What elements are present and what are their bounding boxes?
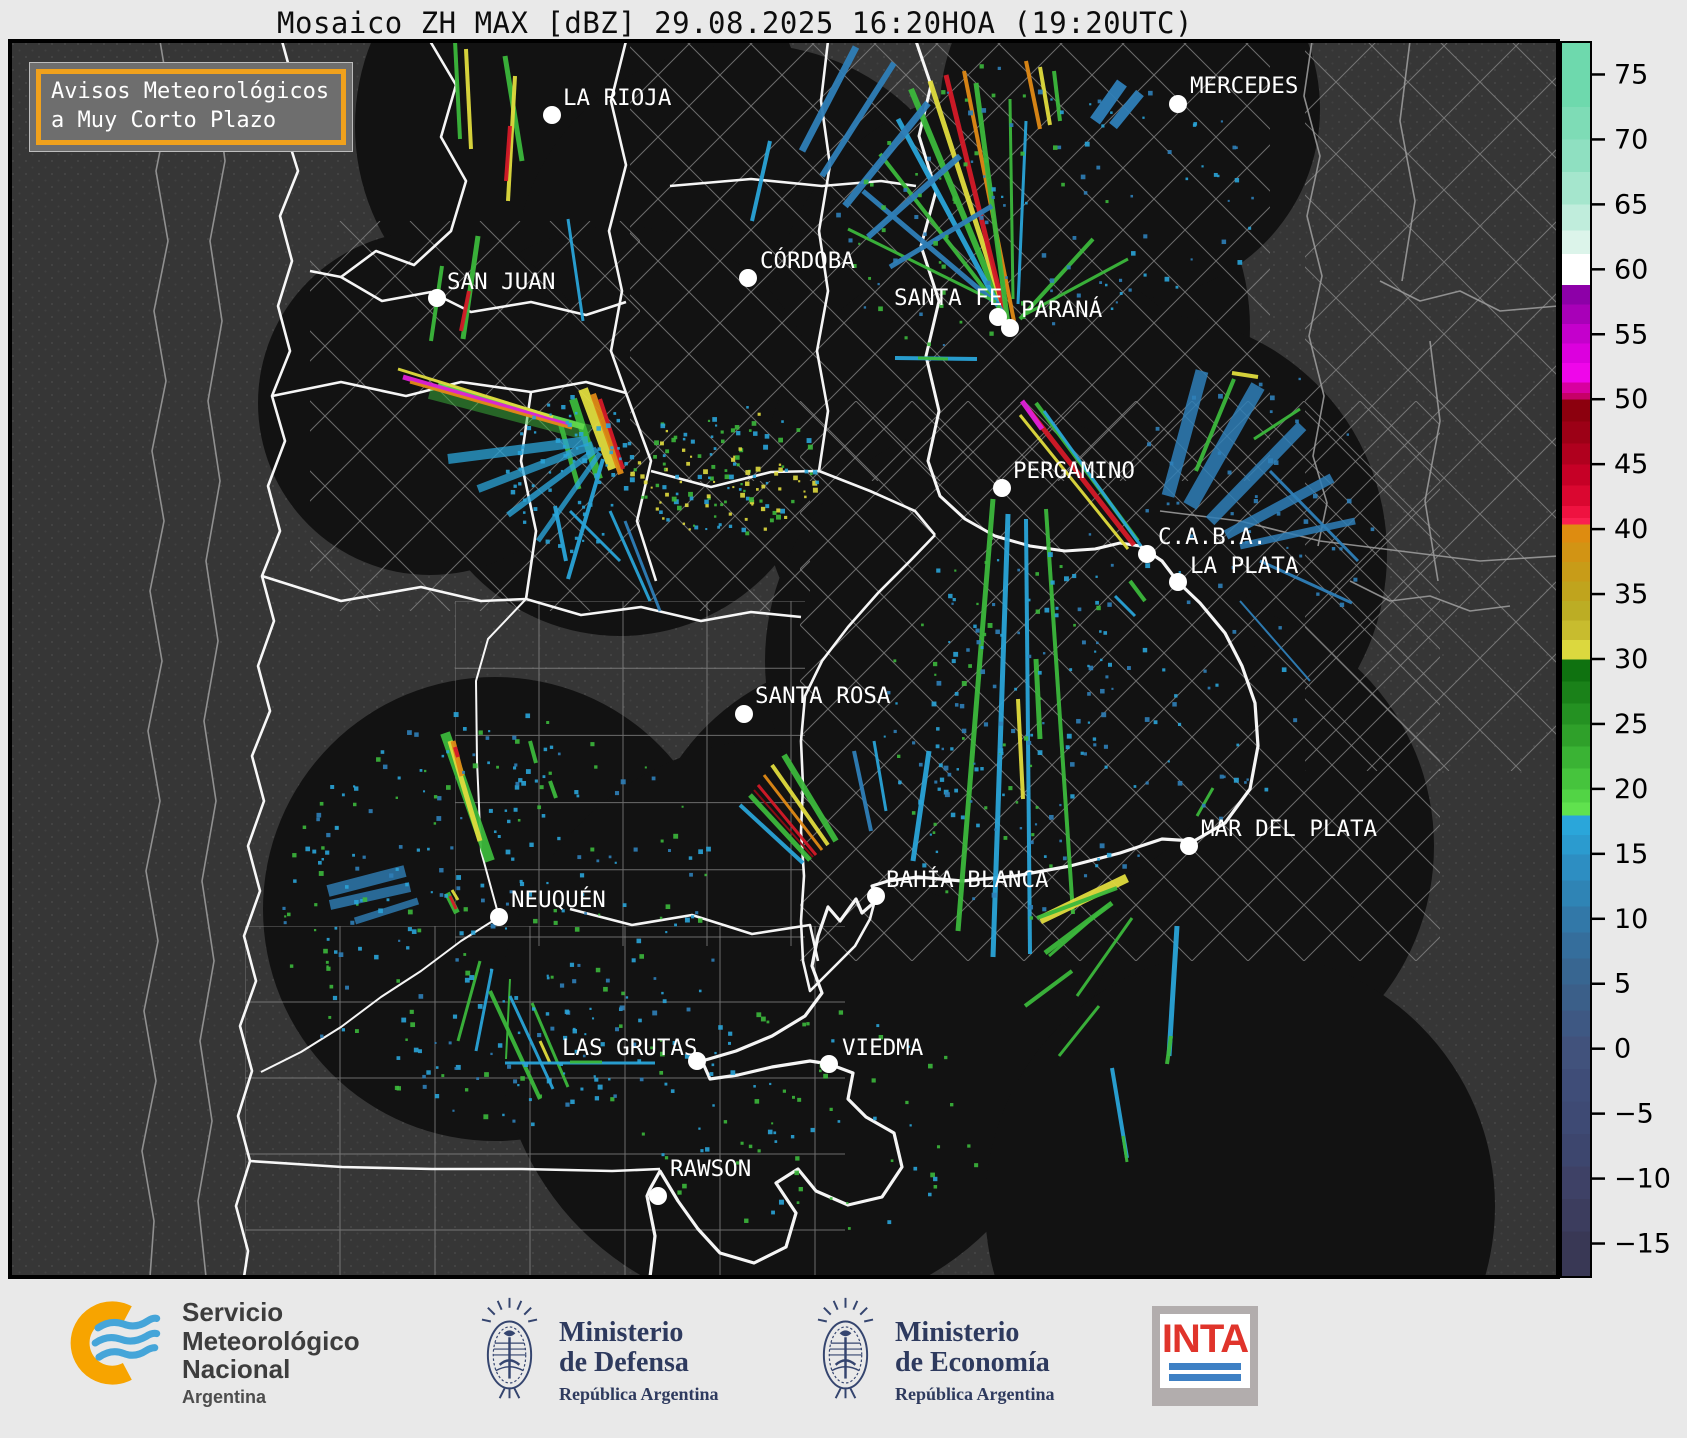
city-label: BAHÍA BLANCA <box>886 865 1049 893</box>
colorbar-tick-label: −10 <box>1614 1164 1671 1195</box>
city-dot <box>1001 319 1019 337</box>
colorbar-tick-label: 15 <box>1614 839 1648 870</box>
defensa-line1: Ministerio <box>559 1317 684 1348</box>
city-dot <box>543 106 561 124</box>
warning-line-1: Avisos Meteorológicos <box>51 79 330 104</box>
city-label: SAN JUAN <box>447 269 555 295</box>
ministerio-defensa-block: Ministerio de Defensa República Argentin… <box>478 1292 719 1412</box>
city-label: PARANÁ <box>1021 295 1103 323</box>
colorbar-tick-label: 25 <box>1614 709 1648 740</box>
smn-logo-block: Servicio Meteorológico Nacional Argentin… <box>64 1296 360 1408</box>
city-label: SANTA FE <box>894 285 1002 311</box>
dbz-colorbar: 75 70 65 60 55 50 45 40 35 30 25 20 15 10 5 0 −5 −10 −15 <box>1560 41 1687 1282</box>
inta-bar-top <box>1169 1363 1241 1370</box>
colorbar-tick-label: 10 <box>1614 904 1648 935</box>
radar-map-canvas: LA RIOJA MERCEDES SAN JUAN CÓRDOBA SANTA FE P… <box>10 41 1558 1277</box>
smn-country: Argentina <box>182 1386 267 1407</box>
inta-label: INTA <box>1161 1317 1249 1361</box>
city-dot <box>649 1187 667 1205</box>
economia-line2: de Economía <box>895 1346 1050 1378</box>
colorbar-tick-label: 55 <box>1614 319 1648 350</box>
warning-line-2: a Muy Corto Plazo <box>51 108 277 134</box>
inta-logo: INTA <box>1152 1306 1258 1406</box>
city-dot <box>1169 95 1187 113</box>
city-dot <box>1180 837 1198 855</box>
colorbar-tick-label: 50 <box>1614 384 1648 415</box>
city-dot <box>993 479 1011 497</box>
smn-name-line1: Servicio <box>182 1297 284 1327</box>
smn-name-line3: Nacional <box>182 1354 291 1385</box>
city-dot <box>820 1055 838 1073</box>
smn-icon <box>70 1301 161 1385</box>
colorbar-tick-label: 75 <box>1614 59 1648 90</box>
city-label: LAS GRUTAS <box>562 1035 697 1061</box>
city-dot <box>1138 545 1156 563</box>
city-label: SANTA ROSA <box>755 683 891 709</box>
city-label: C.A.B.A. <box>1158 524 1266 550</box>
economia-line1: Ministerio <box>895 1317 1020 1348</box>
city-label: MAR DEL PLATA <box>1201 816 1378 842</box>
argentina-coat-of-arms-icon <box>814 1292 877 1412</box>
city-dot <box>1169 573 1187 591</box>
city-label: PERGAMINO <box>1013 458 1135 484</box>
city-label: VIEDMA <box>842 1035 924 1061</box>
radar-map: LA RIOJA MERCEDES SAN JUAN CÓRDOBA SANTA FE P… <box>8 39 1560 1279</box>
short-term-warnings-banner[interactable]: Avisos Meteorológicos a Muy Corto Plazo <box>30 63 353 152</box>
colorbar-tick-label: 0 <box>1614 1034 1631 1065</box>
city-label: CÓRDOBA <box>760 246 855 274</box>
defensa-sub: República Argentina <box>559 1383 719 1404</box>
colorbar-tick-label: 70 <box>1614 124 1648 155</box>
ministerio-economia-block: Ministerio de Economía República Argenti… <box>814 1292 1055 1412</box>
city-dot <box>739 269 757 287</box>
colorbar-tick-label: 45 <box>1614 449 1648 480</box>
economia-sub: República Argentina <box>895 1383 1055 1404</box>
city-dot <box>428 289 446 307</box>
city-label: MERCEDES <box>1190 73 1298 99</box>
city-dot <box>490 908 508 926</box>
argentina-coat-of-arms-icon <box>478 1292 541 1412</box>
city-dot <box>867 887 885 905</box>
city-label: RAWSON <box>670 1156 751 1182</box>
colorbar-tick-label: 40 <box>1614 514 1648 545</box>
colorbar-tick-label: 5 <box>1614 969 1631 1000</box>
city-label: NEUQUÉN <box>511 885 606 913</box>
product-title: Mosaico ZH MAX [dBZ] 29.08.2025 16:20HOA… <box>277 6 1193 40</box>
smn-name-line2: Meteorológico <box>182 1325 360 1356</box>
colorbar-tick-label: 30 <box>1614 644 1648 675</box>
colorbar-tick-label: 35 <box>1614 579 1648 610</box>
colorbar-tick-label: 60 <box>1614 254 1648 285</box>
city-label: LA PLATA <box>1190 553 1299 579</box>
city-dot <box>735 705 753 723</box>
city-label: LA RIOJA <box>563 85 672 111</box>
colorbar-tick-label: 65 <box>1614 189 1648 220</box>
defensa-line2: de Defensa <box>559 1346 689 1378</box>
colorbar-tick-label: 20 <box>1614 774 1648 805</box>
colorbar-tick-label: −15 <box>1614 1229 1671 1260</box>
inta-bar-bottom <box>1169 1374 1241 1381</box>
colorbar-tick-label: −5 <box>1614 1099 1654 1130</box>
